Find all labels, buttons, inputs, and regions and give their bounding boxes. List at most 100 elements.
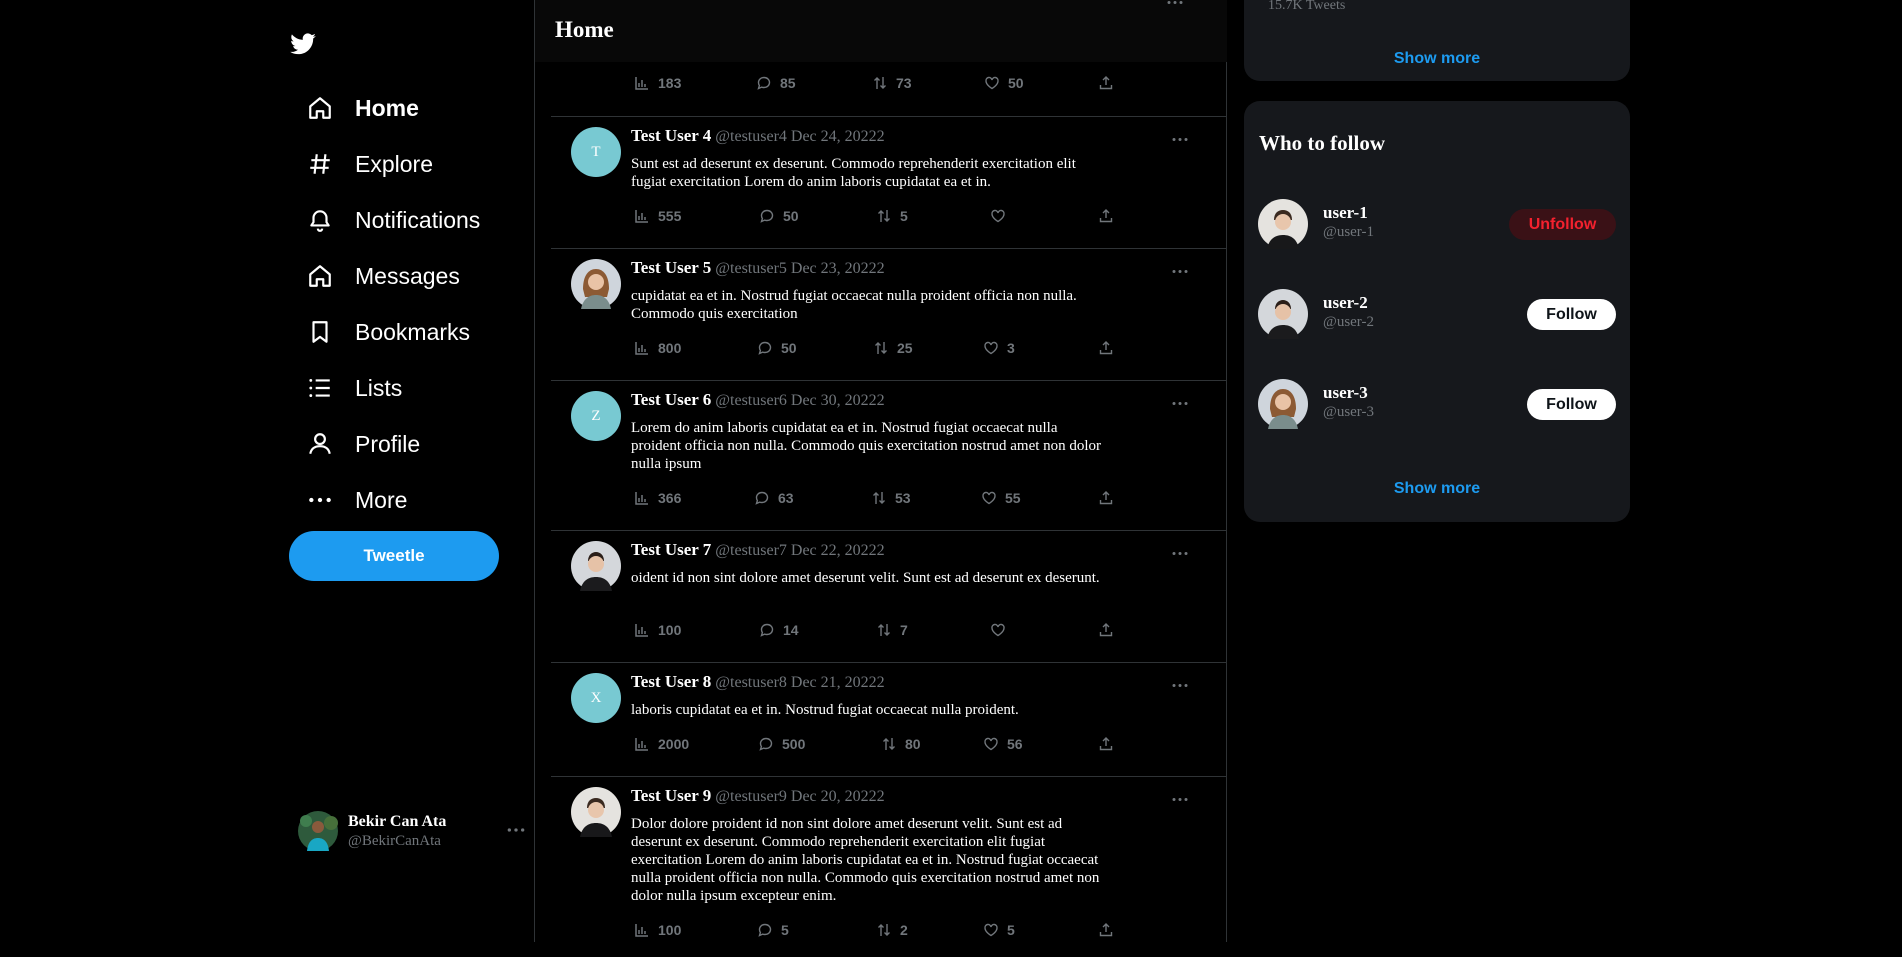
reply-button[interactable]: 14 xyxy=(759,620,799,640)
retweet-count: 73 xyxy=(896,75,912,91)
tweet-author-name[interactable]: Test User 4 xyxy=(631,126,711,145)
avatar[interactable]: X xyxy=(571,673,621,723)
follow-button[interactable]: Follow xyxy=(1527,389,1616,420)
nav-notifications-label: Notifications xyxy=(355,206,481,233)
reply-button[interactable]: 50 xyxy=(757,338,797,358)
suggestion-name[interactable]: user-1 xyxy=(1323,203,1368,223)
trends-show-more-link[interactable]: Show more xyxy=(1244,50,1630,68)
like-button[interactable]: 50 xyxy=(984,73,1024,93)
unfollow-button[interactable]: Unfollow xyxy=(1509,209,1616,240)
tweet-date: Dec 20, 20222 xyxy=(790,788,885,805)
feed-header: Home xyxy=(535,0,1227,62)
tweet-item[interactable]: X Test User 8 @testuser8 Dec 21, 20222 l… xyxy=(551,662,1226,776)
nav-lists[interactable]: Lists xyxy=(306,360,480,416)
avatar[interactable] xyxy=(1258,199,1308,249)
avatar[interactable] xyxy=(1258,379,1308,429)
tweet-more-icon[interactable] xyxy=(1168,135,1192,143)
share-button[interactable] xyxy=(1098,620,1122,640)
share-button[interactable] xyxy=(1098,734,1122,754)
nav-notifications[interactable]: Notifications xyxy=(306,192,480,248)
who-to-follow-show-more-link[interactable]: Show more xyxy=(1244,480,1630,498)
reply-button[interactable]: 63 xyxy=(754,488,794,508)
reply-button[interactable]: 50 xyxy=(759,206,799,226)
follow-suggestion[interactable]: user-3 @user-3 Follow xyxy=(1258,377,1616,433)
share-button[interactable] xyxy=(1098,73,1122,93)
suggestion-name[interactable]: user-3 xyxy=(1323,383,1368,403)
share-button[interactable] xyxy=(1098,338,1122,358)
like-button[interactable]: 5 xyxy=(983,920,1015,940)
retweet-button[interactable]: 5 xyxy=(876,206,908,226)
account-more-icon[interactable] xyxy=(504,820,528,840)
reply-button[interactable]: 500 xyxy=(758,734,805,754)
views-button[interactable]: 100 xyxy=(634,920,681,940)
reply-count: 63 xyxy=(778,490,794,506)
retweet-button[interactable]: 53 xyxy=(871,488,911,508)
views-button[interactable]: 183 xyxy=(634,73,681,93)
nav-bookmarks[interactable]: Bookmarks xyxy=(306,304,480,360)
views-button[interactable]: 366 xyxy=(634,488,681,508)
tweet-author-name[interactable]: Test User 6 xyxy=(631,390,711,409)
avatar[interactable] xyxy=(571,541,621,591)
share-button[interactable] xyxy=(1098,488,1122,508)
follow-button[interactable]: Follow xyxy=(1527,299,1616,330)
retweet-button[interactable]: 25 xyxy=(873,338,913,358)
suggestion-name[interactable]: user-2 xyxy=(1323,293,1368,313)
tweet-item[interactable]: Z Test User 6 @testuser6 Dec 30, 20222 L… xyxy=(551,380,1226,530)
views-count: 800 xyxy=(658,340,682,356)
tweet-item[interactable]: Test User 5 @testuser5 Dec 23, 20222 cup… xyxy=(551,248,1226,380)
nav-more[interactable]: More xyxy=(306,472,480,528)
share-button[interactable] xyxy=(1098,206,1122,226)
tweet-button[interactable]: Tweetle xyxy=(289,531,499,581)
avatar[interactable] xyxy=(571,259,621,309)
views-button[interactable]: 2000 xyxy=(634,734,689,754)
avatar[interactable]: T xyxy=(571,127,621,177)
tweet-item[interactable]: Test User 9 @testuser9 Dec 20, 20222 Dol… xyxy=(551,776,1226,942)
tweet-author-name[interactable]: Test User 8 xyxy=(631,672,711,691)
header-more-icon[interactable] xyxy=(1165,0,1185,14)
like-button[interactable] xyxy=(990,206,1014,226)
reply-button[interactable]: 85 xyxy=(756,73,796,93)
tweet-more-icon[interactable] xyxy=(1168,681,1192,689)
retweet-button[interactable]: 73 xyxy=(872,73,912,93)
share-button[interactable] xyxy=(1098,920,1122,940)
avatar[interactable] xyxy=(571,787,621,837)
avatar[interactable] xyxy=(1258,289,1308,339)
tweet-header: Test User 6 @testuser6 Dec 30, 20222 xyxy=(631,390,885,410)
account-handle: @BekirCanAta xyxy=(348,832,441,849)
retweet-count: 53 xyxy=(895,490,911,506)
retweet-button[interactable]: 80 xyxy=(881,734,921,754)
nav-home[interactable]: Home xyxy=(306,80,480,136)
views-button[interactable]: 555 xyxy=(634,206,681,226)
follow-suggestion[interactable]: user-2 @user-2 Follow xyxy=(1258,287,1616,343)
tweet-more-icon[interactable] xyxy=(1168,795,1192,803)
tweet-more-icon[interactable] xyxy=(1168,399,1192,407)
like-button[interactable]: 56 xyxy=(983,734,1023,754)
tweet-item[interactable]: Test User 7 @testuser7 Dec 22, 20222 oid… xyxy=(551,530,1226,662)
tweet-item[interactable]: T Test User 4 @testuser4 Dec 24, 20222 S… xyxy=(551,116,1226,248)
like-button[interactable]: 55 xyxy=(981,488,1021,508)
follow-suggestion[interactable]: user-1 @user-1 Unfollow xyxy=(1258,197,1616,253)
nav-messages[interactable]: Messages xyxy=(306,248,480,304)
tweet-author-name[interactable]: Test User 5 xyxy=(631,258,711,277)
views-button[interactable]: 100 xyxy=(634,620,681,640)
nav-profile[interactable]: Profile xyxy=(306,416,480,472)
reply-count: 500 xyxy=(782,736,806,752)
nav-explore[interactable]: Explore xyxy=(306,136,480,192)
reply-count: 14 xyxy=(783,622,799,638)
like-button[interactable]: 3 xyxy=(983,338,1015,358)
account-switcher[interactable]: Bekir Can Ata @BekirCanAta xyxy=(298,808,528,854)
tweet-author-name[interactable]: Test User 7 xyxy=(631,540,711,559)
retweet-button[interactable]: 2 xyxy=(876,920,908,940)
tweet-author-handle: @testuser6 xyxy=(715,392,787,409)
views-button[interactable]: 800 xyxy=(634,338,681,358)
retweet-button[interactable]: 7 xyxy=(876,620,908,640)
avatar[interactable]: Z xyxy=(571,391,621,441)
reply-button[interactable]: 5 xyxy=(757,920,789,940)
tweet-more-icon[interactable] xyxy=(1168,549,1192,557)
like-button[interactable] xyxy=(990,620,1014,640)
twitter-bird-icon[interactable] xyxy=(289,30,317,58)
tweet-actions: 555 50 5 xyxy=(631,206,1131,226)
tweet-author-name[interactable]: Test User 9 xyxy=(631,786,711,805)
suggestion-handle: @user-2 xyxy=(1323,314,1374,330)
tweet-more-icon[interactable] xyxy=(1168,267,1192,275)
